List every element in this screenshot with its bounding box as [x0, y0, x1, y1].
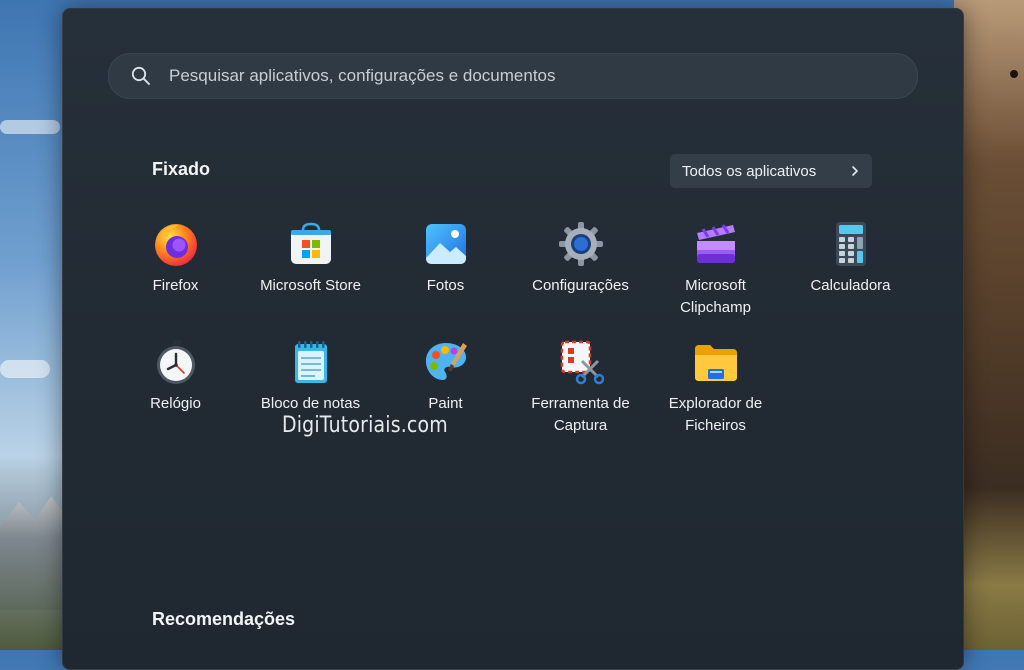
app-label: Ferramenta de Captura	[531, 395, 630, 434]
clock-icon	[156, 340, 195, 384]
app-label: Relógio	[150, 395, 201, 412]
app-label: Microsoft Clipchamp	[680, 277, 751, 316]
calculator-icon	[835, 222, 866, 266]
all-apps-button[interactable]: Todos os aplicativos	[670, 154, 872, 188]
all-apps-label: Todos os aplicativos	[682, 162, 817, 180]
wallpaper-cloud	[0, 120, 60, 134]
file-explorer-folder-icon	[694, 345, 737, 381]
app-label: Configurações	[532, 277, 629, 294]
settings-gear-icon	[558, 222, 603, 266]
chevron-right-icon	[852, 166, 858, 176]
clipchamp-icon	[696, 224, 735, 263]
app-label: Explorador de Ficheiros	[668, 395, 763, 434]
app-label: Calculadora	[810, 277, 891, 294]
pinned-app-firefox[interactable]: Firefox	[108, 211, 243, 321]
wallpaper-bear	[954, 0, 1024, 650]
pinned-app-file-explorer[interactable]: Explorador de Ficheiros	[648, 329, 783, 439]
photos-icon	[425, 224, 466, 264]
app-label: Fotos	[426, 277, 465, 294]
app-label: Paint	[428, 395, 463, 412]
app-label: Microsoft Store	[260, 277, 361, 294]
start-menu: Fixado Todos os aplicativos Firefox	[62, 8, 964, 670]
wallpaper-mountain	[0, 496, 64, 610]
recommendations-section-title: Recomendações	[152, 609, 296, 629]
pinned-app-calculator[interactable]: Calculadora	[783, 211, 918, 321]
app-label: Firefox	[152, 277, 199, 294]
pinned-app-settings[interactable]: Configurações	[513, 211, 648, 321]
snipping-tool-icon	[560, 340, 604, 385]
search-icon	[131, 66, 150, 85]
wallpaper-cloud	[0, 360, 50, 378]
notepad-icon	[294, 341, 327, 383]
watermark: DigiTutoriais.com	[282, 413, 448, 438]
search-box[interactable]	[108, 53, 918, 99]
firefox-icon	[154, 224, 197, 266]
app-label: Bloco de notas	[260, 395, 361, 412]
pinned-app-photos[interactable]: Fotos	[378, 211, 513, 321]
pinned-app-clipchamp[interactable]: Microsoft Clipchamp	[648, 211, 783, 321]
pinned-app-microsoft-store[interactable]: Microsoft Store	[243, 211, 378, 321]
pinned-app-snipping-tool[interactable]: Ferramenta de Captura	[513, 329, 648, 439]
microsoft-store-icon	[290, 222, 331, 264]
paint-palette-icon	[425, 343, 467, 380]
search-input[interactable]	[169, 54, 869, 98]
bear-eye	[1010, 70, 1018, 78]
pinned-section-title: Fixado	[152, 159, 211, 179]
pinned-app-clock[interactable]: Relógio	[108, 329, 243, 439]
